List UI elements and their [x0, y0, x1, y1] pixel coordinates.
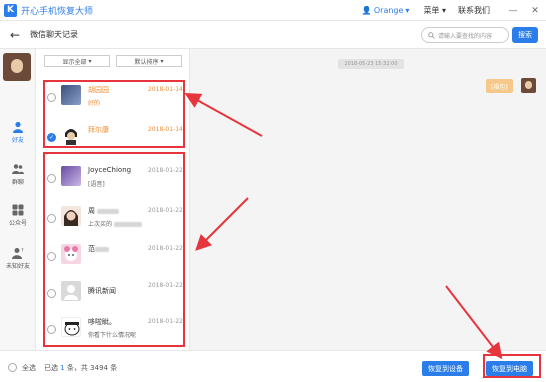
- contact-us-link[interactable]: 联系我们: [458, 5, 490, 16]
- select-all-label[interactable]: 全选: [22, 363, 36, 373]
- nav-item-unknown-friends[interactable]: ? 未知好友: [0, 247, 36, 270]
- avatar: [521, 78, 536, 93]
- close-button[interactable]: ✕: [524, 6, 546, 16]
- search-button[interactable]: 搜索: [512, 27, 538, 43]
- page-header: ← 微信聊天记录 请输入要查找的内容 搜索: [0, 21, 546, 49]
- search-icon: [428, 31, 435, 39]
- restore-to-pc-button[interactable]: 恢复到电脑: [486, 361, 533, 376]
- menu-button[interactable]: 菜单 ▾: [423, 5, 446, 16]
- user-menu[interactable]: 👤 Orange ▾: [362, 6, 410, 15]
- total-count: 3494: [90, 364, 108, 372]
- user-name: Orange: [373, 6, 404, 15]
- search-input[interactable]: 请输入要查找的内容: [421, 27, 509, 43]
- chat-timestamp: 2018-05-23 15:32:00: [338, 59, 404, 69]
- title-bar: K 开心手机恢复大师 👤 Orange ▾ 菜单 ▾ 联系我们 — ✕: [0, 0, 546, 21]
- annotation-box-selected: [43, 80, 185, 148]
- chevron-down-icon: ▾: [160, 57, 164, 65]
- message-bubble: [福包]: [486, 79, 513, 93]
- annotation-box-unselected: [43, 152, 185, 347]
- app-title: 开心手机恢复大师: [21, 6, 94, 17]
- chevron-down-icon: ▾: [88, 57, 92, 65]
- nav-item-official-accounts[interactable]: 公众号: [0, 204, 36, 227]
- sort-dropdown[interactable]: 默认排序 ▾: [116, 55, 182, 67]
- filter-dropdown[interactable]: 显示全部 ▾: [44, 55, 110, 67]
- app-logo: K: [4, 3, 17, 17]
- select-all-checkbox[interactable]: [8, 363, 17, 372]
- page-title: 微信聊天记录: [30, 30, 79, 39]
- left-nav: 好友 群聊 公众号 ? 未知好友: [0, 49, 36, 350]
- group-icon: [12, 164, 24, 174]
- back-arrow-icon[interactable]: ←: [10, 28, 20, 42]
- svg-text:?: ?: [21, 248, 24, 254]
- user-avatar: [3, 53, 31, 81]
- selection-status: 已选 1 条，共 3494 条: [44, 364, 118, 372]
- person-icon: [13, 121, 23, 133]
- minimize-button[interactable]: —: [502, 6, 524, 16]
- chevron-down-icon: ▾: [405, 6, 410, 15]
- nav-item-friends[interactable]: 好友: [0, 121, 36, 144]
- unknown-friend-icon: ?: [12, 248, 24, 259]
- user-icon: 👤: [361, 6, 372, 15]
- restore-to-device-button[interactable]: 恢复到设备: [422, 361, 469, 376]
- nav-item-groups[interactable]: 群聊: [0, 163, 36, 186]
- chat-panel: 2018-05-23 15:32:00 [福包]: [190, 49, 546, 350]
- search-placeholder: 请输入要查找的内容: [438, 32, 493, 40]
- grid-icon: [12, 204, 24, 216]
- footer-bar: 全选 已选 1 条，共 3494 条 恢复到设备 恢复到电脑: [0, 350, 546, 382]
